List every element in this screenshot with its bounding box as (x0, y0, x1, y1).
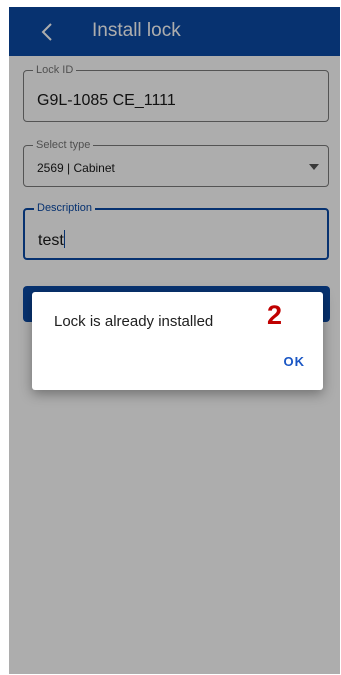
step-badge: 2 (267, 300, 283, 330)
app-screen: Install lock Lock ID G9L-1085 CE_1111 Se… (9, 7, 340, 674)
alert-dialog: Lock is already installed 2 OK (32, 292, 323, 390)
dialog-message: Lock is already installed (54, 313, 214, 330)
ok-button[interactable]: OK (284, 354, 306, 369)
